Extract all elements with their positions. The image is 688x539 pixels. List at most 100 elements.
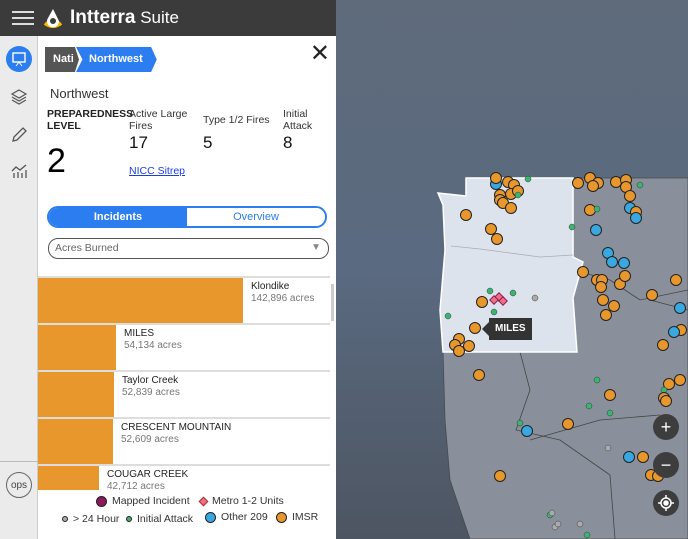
map-marker-imsr[interactable] — [670, 274, 682, 286]
map-marker-other209[interactable] — [674, 302, 686, 314]
dropdown-value: Acres Burned — [55, 242, 119, 254]
diamond-icon — [198, 496, 209, 506]
nicc-sitrep-link[interactable]: NICC Sitrep — [129, 165, 185, 177]
initial-attack-value: 8 — [283, 133, 293, 152]
map-marker-imsr[interactable] — [491, 233, 503, 245]
intterra-logo — [43, 9, 63, 28]
map-marker-other209[interactable] — [630, 212, 642, 224]
map-marker-initial_attack[interactable] — [490, 308, 498, 316]
incident-name: Klondike — [251, 281, 290, 292]
map-marker-imsr[interactable] — [604, 389, 616, 401]
map-marker-initial_attack[interactable] — [568, 223, 576, 231]
map-marker-imsr[interactable] — [453, 345, 465, 357]
layers-icon[interactable] — [6, 84, 32, 110]
map-marker-imsr[interactable] — [584, 204, 596, 216]
map-marker-initial_attack[interactable] — [636, 181, 644, 189]
gray-dot-icon — [62, 516, 68, 522]
map-marker-initial_attack[interactable] — [509, 289, 517, 297]
map-marker-initial_attack[interactable] — [593, 376, 601, 384]
map-marker-imsr[interactable] — [660, 395, 672, 407]
incident-row[interactable]: MILES 54,134 acres — [38, 323, 330, 370]
map-marker-initial_attack[interactable] — [585, 402, 593, 410]
map-marker-initial_attack[interactable] — [606, 409, 614, 417]
map-marker-imsr[interactable] — [674, 374, 686, 386]
map-marker-initial_attack[interactable] — [516, 419, 524, 427]
map-marker-other209[interactable] — [668, 326, 680, 338]
analytics-icon[interactable] — [6, 158, 32, 184]
locate-button[interactable] — [653, 490, 679, 516]
incident-row[interactable]: Taylor Creek 52,839 acres — [38, 370, 330, 417]
map-marker-imsr[interactable] — [485, 223, 497, 235]
acres-bar — [38, 278, 243, 323]
map-marker-hour24[interactable] — [604, 444, 612, 452]
map-marker-other209[interactable] — [590, 224, 602, 236]
map-marker-other209[interactable] — [618, 257, 630, 269]
map-marker-initial_attack[interactable] — [486, 287, 494, 295]
metric-dropdown[interactable]: Acres Burned ▼ — [48, 238, 329, 259]
map-marker-imsr[interactable] — [610, 176, 622, 188]
map-marker-imsr[interactable] — [600, 309, 612, 321]
map-marker-initial_attack[interactable] — [583, 531, 591, 539]
map-marker-imsr[interactable] — [619, 270, 631, 282]
ops-button[interactable]: ops — [6, 472, 32, 498]
view-toggle: Incidents Overview — [47, 206, 327, 228]
acres-bar — [38, 325, 116, 370]
list-scrollbar[interactable] — [331, 284, 334, 321]
incident-row[interactable]: CRESCENT MOUNTAIN 52,609 acres — [38, 417, 330, 464]
map-marker-imsr[interactable] — [469, 322, 481, 334]
presentation-icon[interactable] — [6, 46, 32, 72]
map-marker-imsr[interactable] — [577, 266, 589, 278]
map-marker-imsr[interactable] — [494, 470, 506, 482]
map-marker-imsr[interactable] — [608, 300, 620, 312]
acres-bar — [38, 372, 114, 417]
incident-acres: 42,712 acres — [107, 481, 165, 490]
acres-bar — [38, 466, 99, 490]
map-marker-imsr[interactable] — [463, 340, 475, 352]
map-marker-initial_attack[interactable] — [524, 175, 532, 183]
map-marker-hour24[interactable] — [554, 520, 562, 528]
map-marker-imsr[interactable] — [587, 180, 599, 192]
active-large-fires-label: Active Large Fires — [129, 108, 188, 132]
breadcrumb-northwest[interactable]: Northwest — [76, 47, 157, 72]
hamburger-menu-icon[interactable] — [12, 7, 34, 29]
incident-row[interactable]: COUGAR CREEK 42,712 acres — [38, 464, 330, 490]
map-marker-initial_attack[interactable] — [514, 191, 522, 199]
incident-name: COUGAR CREEK — [107, 469, 189, 480]
map-marker-hour24[interactable] — [548, 509, 556, 517]
map-marker-other209[interactable] — [623, 451, 635, 463]
map-marker-hour24[interactable] — [531, 294, 539, 302]
region-panel: ✕ Nati Northwest Northwest PREPAREDNESS … — [38, 36, 336, 539]
map-marker-imsr[interactable] — [473, 369, 485, 381]
map-marker-imsr[interactable] — [562, 418, 574, 430]
tab-incidents[interactable]: Incidents — [49, 208, 187, 226]
map-marker-imsr[interactable] — [595, 281, 607, 293]
map-marker-hour24[interactable] — [576, 520, 584, 528]
map-marker-imsr[interactable] — [460, 209, 472, 221]
map-marker-other209[interactable] — [606, 256, 618, 268]
close-icon[interactable]: ✕ — [310, 39, 330, 68]
legend-initial-attack: Initial Attack — [126, 513, 193, 525]
app-title: Intterra Suite — [70, 7, 179, 28]
map-marker-imsr[interactable] — [637, 451, 649, 463]
map-marker-imsr[interactable] — [597, 294, 609, 306]
incident-row[interactable]: Klondike 142,896 acres — [38, 276, 330, 323]
initial-attack-label: Initial Attack — [283, 108, 313, 132]
rail-divider — [0, 461, 38, 462]
breadcrumb-national[interactable]: Nati — [45, 47, 79, 72]
map-marker-imsr[interactable] — [646, 289, 658, 301]
map-marker-other209[interactable] — [521, 425, 533, 437]
map-marker-initial_attack[interactable] — [593, 205, 601, 213]
tab-overview[interactable]: Overview — [187, 208, 325, 226]
map-marker-imsr[interactable] — [505, 202, 517, 214]
preparedness-label: PREPAREDNESS LEVEL — [47, 108, 134, 132]
map-marker-imsr[interactable] — [624, 190, 636, 202]
map-marker-imsr[interactable] — [657, 339, 669, 351]
zoom-out-button[interactable]: − — [653, 452, 679, 478]
map[interactable] — [336, 0, 688, 539]
map-marker-imsr[interactable] — [476, 296, 488, 308]
map-marker-imsr[interactable] — [490, 172, 502, 184]
pencil-icon[interactable] — [6, 122, 32, 148]
zoom-in-button[interactable]: + — [653, 414, 679, 440]
map-marker-imsr[interactable] — [572, 177, 584, 189]
map-marker-initial_attack[interactable] — [444, 312, 452, 320]
